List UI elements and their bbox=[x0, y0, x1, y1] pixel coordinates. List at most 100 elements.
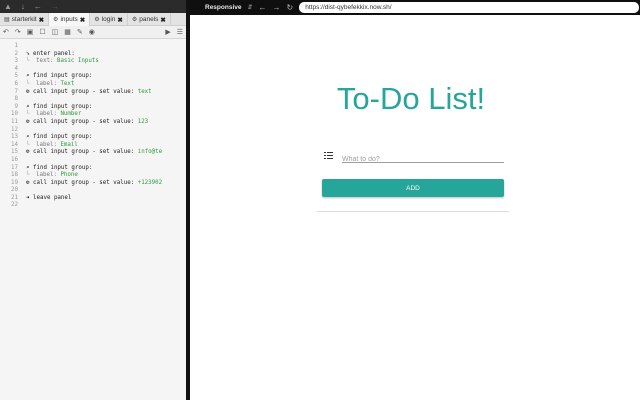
eye-icon[interactable]: ◉ bbox=[89, 26, 95, 39]
line-number: 1 bbox=[14, 43, 19, 49]
back-icon[interactable]: ← bbox=[34, 0, 42, 13]
line-value: Text bbox=[60, 80, 75, 87]
line-number: 18 bbox=[11, 172, 18, 179]
browser-preview: Responsive ⇵ ← → ↻ https://dist-qybefekk… bbox=[190, 0, 640, 400]
code-line[interactable]: 6 └ label: Text bbox=[0, 81, 186, 89]
divider-line bbox=[317, 211, 509, 212]
forward-icon[interactable]: → bbox=[51, 0, 59, 13]
url-bar[interactable]: https://dist-qybefekkix.now.sh/ bbox=[299, 2, 640, 13]
code-line[interactable]: 21 ➜ leave panel bbox=[0, 195, 186, 203]
code-line[interactable]: 10 └ label: Number bbox=[0, 111, 186, 119]
editor-panel: ▲ ↓ ← → ▤ starterkit ✖ ⚙ inputs ✖ ⚙ logi… bbox=[0, 0, 186, 400]
download-icon[interactable]: ↓ bbox=[21, 0, 25, 13]
code-line[interactable]: 15 ⚙ call input group - set value: info@te bbox=[0, 149, 186, 157]
code-line[interactable]: 17 ⌕ find input group: bbox=[0, 165, 186, 173]
responsive-mode-label[interactable]: Responsive bbox=[205, 4, 242, 11]
line-number: 8 bbox=[14, 96, 19, 103]
code-line[interactable]: 11 ⚙ call input group - set value: 123 bbox=[0, 119, 186, 127]
play-icon[interactable]: ▶ bbox=[165, 26, 170, 39]
code-line[interactable]: 4 bbox=[0, 66, 186, 74]
editor-toolbar: ↶ ↷ ▣ ☐ ◫ ▦ ✎ ◉ ▶ ☰ bbox=[0, 26, 186, 39]
browser-bar: Responsive ⇵ ← → ↻ https://dist-qybefekk… bbox=[190, 0, 640, 15]
line-number: 11 bbox=[11, 118, 18, 125]
todo-input[interactable] bbox=[342, 152, 504, 167]
tab-panels[interactable]: ⚙ panels ✖ bbox=[128, 13, 171, 26]
line-value: +123902 bbox=[137, 179, 163, 186]
code-line[interactable]: 1 bbox=[0, 43, 186, 51]
tab-starterkit[interactable]: ▤ starterkit ✖ bbox=[0, 13, 50, 26]
line-text: find input group: bbox=[33, 164, 93, 171]
reload-icon[interactable]: ↻ bbox=[287, 3, 294, 12]
editor-tabs: ▤ starterkit ✖ ⚙ inputs ✖ ⚙ login ✖ ⚙ pa… bbox=[0, 13, 186, 26]
line-arg: label: bbox=[36, 141, 61, 148]
add-button[interactable]: ADD bbox=[322, 179, 504, 197]
todo-app: To-Do List! ADD bbox=[190, 15, 640, 400]
line-number: 10 bbox=[11, 111, 18, 118]
code-line[interactable]: 22 bbox=[0, 202, 186, 210]
code-line[interactable]: 18 └ label: Phone bbox=[0, 172, 186, 180]
line-text: find input group: bbox=[33, 103, 93, 110]
code-line[interactable]: 7 ⚙ call input group - set value: text bbox=[0, 89, 186, 97]
line-number: 13 bbox=[11, 134, 18, 141]
step-icon: ⚙ bbox=[26, 118, 30, 125]
line-number: 21 bbox=[11, 194, 18, 201]
code-line[interactable]: 16 bbox=[0, 157, 186, 165]
pen-icon[interactable]: ✎ bbox=[77, 26, 83, 39]
line-value: Email bbox=[60, 141, 78, 148]
line-text: enter panel: bbox=[33, 50, 75, 57]
checkbox-icon[interactable]: ☐ bbox=[39, 26, 45, 39]
pin-icon[interactable]: ▲ bbox=[4, 0, 12, 13]
redo-icon[interactable]: ↷ bbox=[15, 26, 21, 39]
line-content: ⚙ call input group - set value: text bbox=[26, 89, 152, 97]
line-content: └ label: Number bbox=[26, 111, 81, 119]
gear-icon: ⚙ bbox=[131, 17, 138, 23]
line-content: ⚙ call input group - set value: info@te bbox=[26, 149, 162, 157]
line-value: info@te bbox=[137, 149, 163, 156]
code-line[interactable]: 13 ⌕ find input group: bbox=[0, 134, 186, 142]
tab-login[interactable]: ⚙ login ✖ bbox=[90, 13, 128, 26]
line-number: 3 bbox=[14, 58, 19, 65]
layout-icon[interactable]: ◫ bbox=[52, 26, 59, 39]
tab-label: starterkit bbox=[11, 16, 37, 23]
code-editor[interactable]: 1 2 ➘ enter panel: 3 └ text: Basic Inputs 4 5 ⌕ fi… bbox=[0, 39, 186, 210]
line-text: call input group - set value: bbox=[33, 149, 138, 156]
close-icon[interactable]: ✖ bbox=[117, 16, 122, 24]
gear-icon: ⚙ bbox=[53, 17, 59, 23]
code-line[interactable]: 12 bbox=[0, 127, 186, 135]
back-icon[interactable]: ← bbox=[259, 3, 267, 12]
tab-inputs[interactable]: ⚙ inputs ✖ bbox=[49, 13, 91, 26]
indent-corner-icon: └ bbox=[26, 172, 30, 179]
line-content: ⚙ call input group - set value: +123902 bbox=[26, 180, 162, 188]
code-line[interactable]: 3 └ text: Basic Inputs bbox=[0, 58, 186, 66]
close-icon[interactable]: ✖ bbox=[160, 16, 165, 24]
line-arg: label: bbox=[36, 80, 61, 87]
page-title: To-Do List! bbox=[336, 81, 486, 116]
code-line[interactable]: 14 └ label: Email bbox=[0, 142, 186, 150]
line-text: find input group: bbox=[33, 73, 93, 80]
undo-icon[interactable]: ↶ bbox=[3, 26, 9, 39]
line-number: 22 bbox=[11, 202, 18, 209]
line-content: └ text: Basic Inputs bbox=[26, 58, 99, 66]
line-content: └ label: Phone bbox=[26, 172, 78, 180]
chevron-down-icon[interactable]: ⇵ bbox=[248, 4, 253, 11]
forward-icon[interactable]: → bbox=[273, 3, 281, 12]
code-line[interactable]: 20 bbox=[0, 187, 186, 195]
line-number: 14 bbox=[11, 141, 18, 148]
editor-topbar: ▲ ↓ ← → bbox=[0, 0, 186, 13]
tab-label: inputs bbox=[60, 16, 78, 23]
grid-icon[interactable]: ▦ bbox=[64, 26, 71, 39]
line-number: 15 bbox=[11, 149, 18, 156]
code-line[interactable]: 5 ⌕ find input group: bbox=[0, 73, 186, 81]
close-icon[interactable]: ✖ bbox=[39, 16, 44, 24]
menu-icon[interactable]: ☰ bbox=[177, 26, 183, 39]
line-number: 6 bbox=[14, 80, 19, 87]
close-icon[interactable]: ✖ bbox=[80, 16, 85, 24]
line-text: find input group: bbox=[33, 134, 93, 141]
line-content: ➜ leave panel bbox=[26, 195, 71, 203]
line-arg: label: bbox=[36, 111, 61, 118]
line-number: 4 bbox=[14, 65, 19, 72]
code-line[interactable]: 8 bbox=[0, 96, 186, 104]
code-line[interactable]: 19 ⚙ call input group - set value: +123902 bbox=[0, 180, 186, 188]
line-content: └ label: Email bbox=[26, 142, 78, 150]
image-icon[interactable]: ▣ bbox=[27, 26, 34, 39]
